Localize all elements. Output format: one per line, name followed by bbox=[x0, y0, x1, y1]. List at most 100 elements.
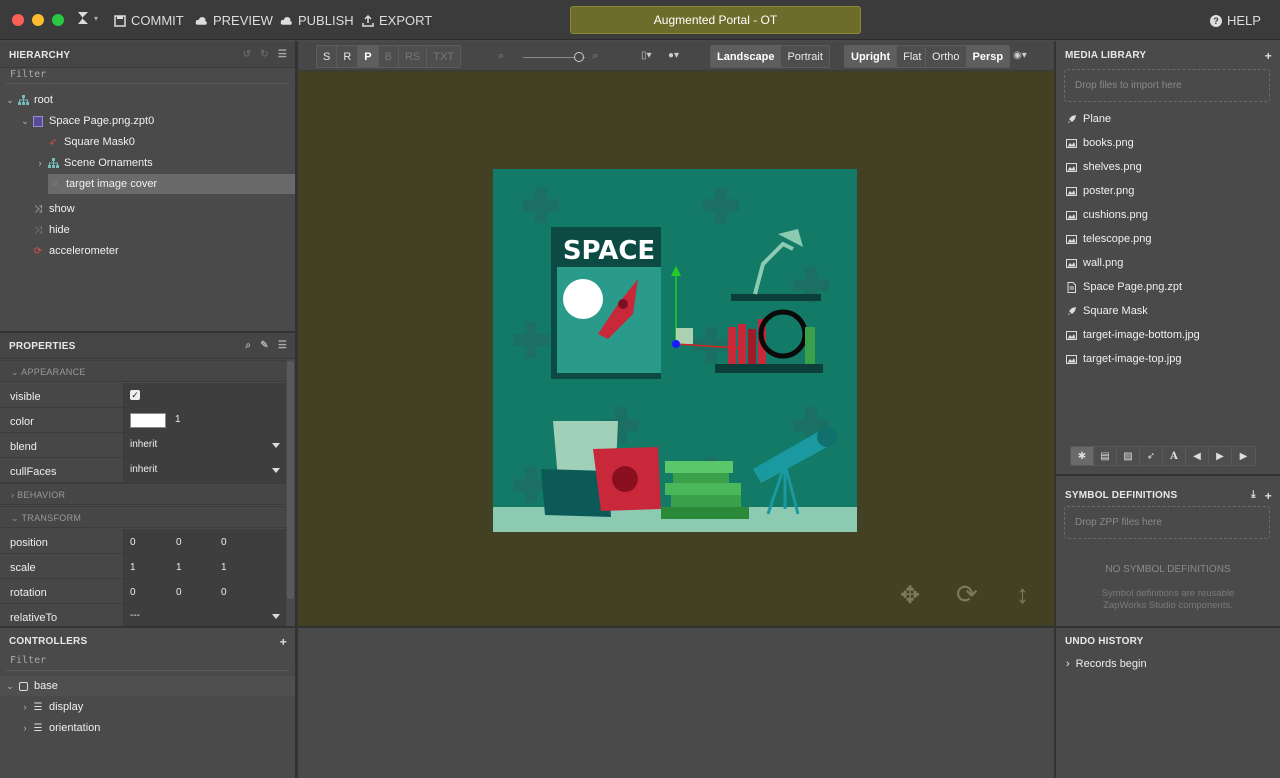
menu-icon[interactable]: ☰ bbox=[278, 49, 287, 60]
panel-divider[interactable] bbox=[0, 331, 295, 333]
video-alt-filter-icon[interactable]: ▶ bbox=[1232, 447, 1255, 465]
undo-item[interactable]: › Records begin bbox=[1066, 658, 1147, 670]
media-item[interactable]: books.png bbox=[1066, 133, 1134, 153]
expand-arrow-icon[interactable]: ⌄ bbox=[4, 95, 16, 106]
zoom-slider-thumb[interactable] bbox=[573, 52, 584, 62]
panel-divider[interactable] bbox=[1056, 474, 1280, 476]
preview-button[interactable]: PREVIEW bbox=[195, 13, 273, 28]
tree-item-accelerometer[interactable]: ⟳ accelerometer bbox=[0, 241, 295, 261]
color-swatch[interactable] bbox=[130, 413, 166, 428]
media-item[interactable]: target-image-top.jpg bbox=[1066, 349, 1181, 369]
relativeto-select[interactable]: --- bbox=[124, 604, 286, 626]
mode-s-button[interactable]: S bbox=[317, 46, 338, 67]
edit-icon[interactable]: ✎ bbox=[260, 340, 269, 351]
zappar-menu-button[interactable]: ▾ bbox=[77, 11, 98, 25]
section-transform[interactable]: ⌄ TRANSFORM bbox=[0, 506, 286, 528]
menu-icon[interactable]: ☰ bbox=[278, 340, 287, 351]
export-button[interactable]: EXPORT bbox=[362, 13, 432, 28]
properties-scrollbar[interactable] bbox=[287, 361, 294, 599]
globe-icon[interactable]: ●▾ bbox=[668, 50, 679, 61]
zoom-window-button[interactable] bbox=[52, 14, 64, 26]
cullfaces-select[interactable]: inherit bbox=[124, 458, 286, 482]
landscape-button[interactable]: Landscape bbox=[711, 46, 782, 67]
close-window-button[interactable] bbox=[12, 14, 24, 26]
mode-r-button[interactable]: R bbox=[337, 46, 359, 67]
position-z-input[interactable]: 0 bbox=[221, 537, 227, 548]
expand-arrow-icon[interactable]: ⌄ bbox=[4, 681, 16, 692]
media-item[interactable]: target-image-bottom.jpg bbox=[1066, 325, 1200, 345]
media-dropzone[interactable]: Drop files to import here bbox=[1064, 69, 1270, 102]
font-filter-icon[interactable]: A bbox=[1163, 447, 1186, 465]
search-icon[interactable]: ⌕ bbox=[245, 340, 251, 351]
video-filter-icon[interactable]: ▶ bbox=[1209, 447, 1232, 465]
panel-divider[interactable] bbox=[0, 626, 1280, 628]
help-button[interactable]: ? HELP bbox=[1210, 13, 1261, 28]
add-icon[interactable]: + bbox=[1265, 489, 1272, 503]
mode-p-button[interactable]: P bbox=[358, 46, 379, 67]
symbols-dropzone[interactable]: Drop ZPP files here bbox=[1064, 506, 1270, 539]
scale-z-input[interactable]: 1 bbox=[221, 562, 227, 573]
undo-icon[interactable]: ↺ bbox=[243, 49, 252, 60]
position-y-input[interactable]: 0 bbox=[176, 537, 182, 548]
controllers-filter-input[interactable]: Filter bbox=[10, 655, 46, 666]
position-x-input[interactable]: 0 bbox=[130, 537, 136, 548]
page-filter-icon[interactable]: ▤ bbox=[1094, 447, 1117, 465]
minimize-window-button[interactable] bbox=[32, 14, 44, 26]
hierarchy-filter-input[interactable]: Filter bbox=[10, 69, 46, 80]
eye-icon[interactable]: ◉▾ bbox=[1013, 50, 1027, 61]
panel-divider[interactable] bbox=[1054, 41, 1056, 778]
rotation-z-input[interactable]: 0 bbox=[221, 587, 227, 598]
gizmo-y-arrow[interactable] bbox=[671, 266, 681, 276]
zoom-in-icon[interactable]: ⌕ bbox=[592, 50, 598, 63]
section-behavior[interactable]: › BEHAVIOR bbox=[0, 483, 286, 505]
rotation-y-input[interactable]: 0 bbox=[176, 587, 182, 598]
tree-item-scene-ornaments[interactable]: › Scene Ornaments bbox=[0, 153, 295, 173]
commit-button[interactable]: COMMIT bbox=[114, 13, 184, 28]
blend-select[interactable]: inherit bbox=[124, 433, 286, 457]
tree-item-target-image-cover[interactable]: ⌗ target image cover bbox=[48, 174, 295, 194]
viewport-canvas[interactable]: SPACE ✥ ⟳ ↕ bbox=[298, 71, 1054, 626]
publish-button[interactable]: PUBLISH bbox=[280, 13, 354, 28]
tree-item-root[interactable]: ⌄ root bbox=[0, 90, 295, 110]
rocket-filter-icon[interactable]: ➶ bbox=[1140, 447, 1163, 465]
color-alpha-value[interactable]: 1 bbox=[175, 414, 181, 425]
media-item[interactable]: wall.png bbox=[1066, 253, 1123, 273]
media-item[interactable]: Space Page.png.zpt bbox=[1066, 277, 1182, 297]
media-item[interactable]: Plane bbox=[1066, 109, 1111, 129]
add-icon[interactable]: + bbox=[1265, 49, 1272, 63]
tree-item-show[interactable]: ⤨ show bbox=[0, 199, 295, 219]
mode-rs-button[interactable]: RS bbox=[398, 46, 428, 67]
section-appearance[interactable]: ⌄ APPEARANCE bbox=[0, 360, 286, 382]
audio-filter-icon[interactable]: ◀ bbox=[1186, 447, 1209, 465]
controller-item-orientation[interactable]: › ☰ orientation bbox=[0, 718, 295, 738]
upright-button[interactable]: Upright bbox=[845, 46, 898, 67]
scale-x-input[interactable]: 1 bbox=[130, 562, 136, 573]
portrait-button[interactable]: Portrait bbox=[781, 46, 829, 67]
mode-txt-button[interactable]: TXT bbox=[427, 46, 461, 67]
media-item[interactable]: poster.png bbox=[1066, 181, 1134, 201]
media-item[interactable]: cushions.png bbox=[1066, 205, 1148, 225]
rotation-x-input[interactable]: 0 bbox=[130, 587, 136, 598]
tree-item-hide[interactable]: ⤨ hide bbox=[0, 220, 295, 240]
media-item[interactable]: telescope.png bbox=[1066, 229, 1152, 249]
persp-button[interactable]: Persp bbox=[966, 46, 1010, 67]
controller-item-base[interactable]: ⌄ base bbox=[0, 676, 295, 696]
tree-item-square-mask[interactable]: ➶ Square Mask0 bbox=[0, 132, 295, 152]
visible-checkbox[interactable]: ✓ bbox=[130, 390, 140, 400]
rotate-tool-icon[interactable]: ⟳ bbox=[956, 579, 978, 610]
transform-gizmo[interactable] bbox=[668, 264, 748, 354]
scale-tool-icon[interactable]: ↕ bbox=[1016, 579, 1029, 610]
ortho-button[interactable]: Ortho bbox=[926, 46, 967, 67]
scale-y-input[interactable]: 1 bbox=[176, 562, 182, 573]
panel-divider[interactable] bbox=[295, 41, 298, 778]
gizmo-z-handle[interactable] bbox=[672, 340, 680, 348]
all-filter-icon[interactable]: ✱ bbox=[1071, 447, 1094, 465]
controller-item-display[interactable]: › ☰ display bbox=[0, 697, 295, 717]
mode-b-button[interactable]: B bbox=[378, 46, 399, 67]
device-icon[interactable]: ▯▾ bbox=[641, 50, 652, 61]
zoom-out-icon[interactable]: ⌕ bbox=[498, 50, 504, 63]
add-icon[interactable]: + bbox=[280, 635, 287, 649]
media-item[interactable]: shelves.png bbox=[1066, 157, 1142, 177]
gizmo-x-axis[interactable] bbox=[675, 343, 739, 349]
zoom-slider[interactable] bbox=[523, 52, 585, 62]
